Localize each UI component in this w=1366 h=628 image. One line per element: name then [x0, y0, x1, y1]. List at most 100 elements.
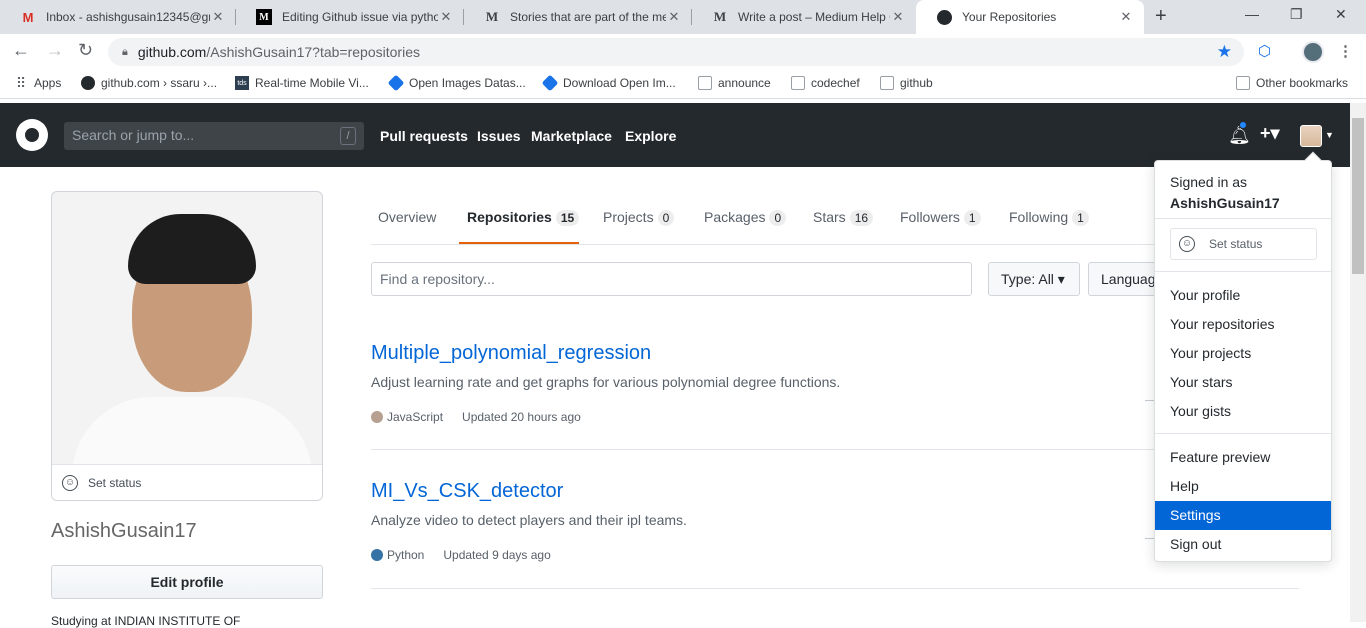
bookmark-realtime[interactable]: tds Real-time Mobile Vi...	[235, 76, 369, 90]
menu-your-repositories[interactable]: Your repositories	[1155, 310, 1331, 339]
bookmark-label: github.com › ssaru ›...	[101, 76, 218, 90]
nav-issues[interactable]: Issues	[477, 128, 521, 144]
language-color-dot	[371, 411, 383, 423]
bookmark-star-icon[interactable]: ★	[1217, 42, 1232, 62]
github-logo-icon[interactable]	[16, 119, 48, 151]
menu-sign-out[interactable]: Sign out	[1155, 530, 1331, 559]
bookmark-open-images[interactable]: Open Images Datas...	[387, 74, 526, 92]
address-bar[interactable]: 🔒︎ github.com/AshishGusain17?tab=reposit…	[108, 38, 1244, 66]
notifications-bell-icon[interactable]: 🔔︎	[1228, 125, 1251, 146]
user-avatar-menu[interactable]	[1300, 125, 1322, 147]
gmail-icon: M	[22, 9, 34, 25]
bookmark-codechef[interactable]: codechef	[791, 76, 860, 90]
menu-your-gists[interactable]: Your gists	[1155, 397, 1331, 426]
scrollbar-thumb[interactable]	[1352, 118, 1364, 274]
bookmark-download-open-images[interactable]: Download Open Im...	[541, 74, 676, 92]
menu-your-profile[interactable]: Your profile	[1155, 281, 1331, 310]
bookmark-github[interactable]: github	[880, 76, 933, 90]
repo-updated: Updated 9 days ago	[443, 548, 551, 562]
bookmark-label: Real-time Mobile Vi...	[255, 76, 369, 90]
repo-name-link[interactable]: MI_Vs_CSK_detector	[371, 480, 563, 503]
tab-count: 0	[769, 210, 787, 226]
tab-count: 15	[555, 210, 580, 226]
browser-tab-repositories[interactable]: Your Repositories ✕	[916, 0, 1144, 34]
back-icon[interactable]: ←	[12, 40, 30, 61]
selected-tab-underline	[459, 242, 579, 244]
close-tab-icon[interactable]: ✕	[210, 9, 226, 25]
browser-tab-title: Inbox - ashishgusain12345@gm	[46, 10, 210, 24]
browser-tab-gmail[interactable]: M Inbox - ashishgusain12345@gm ✕	[0, 0, 236, 34]
url-host: github.com	[137, 44, 207, 60]
nav-pull-requests[interactable]: Pull requests	[380, 128, 468, 144]
tab-followers[interactable]: Followers 1	[900, 209, 981, 226]
signed-in-as: Signed in as AshishGusain17	[1170, 174, 1280, 211]
tab-packages[interactable]: Packages 0	[704, 209, 787, 226]
nav-explore[interactable]: Explore	[625, 128, 676, 144]
chrome-menu-icon[interactable]: ⋮	[1338, 42, 1353, 60]
type-filter-button[interactable]: Type: All ▾	[988, 262, 1080, 296]
find-repository-input[interactable]: Find a repository...	[371, 262, 972, 296]
menu-help[interactable]: Help	[1155, 472, 1331, 501]
tab-count: 1	[963, 210, 981, 226]
profile-bio: Studying at INDIAN INSTITUTE OF	[51, 614, 241, 628]
browser-tab-medium-2[interactable]: M Stories that are part of the me ✕	[464, 0, 692, 34]
bookmark-announce[interactable]: announce	[698, 76, 771, 90]
menu-your-stars[interactable]: Your stars	[1155, 368, 1331, 397]
medium-icon: M	[256, 9, 272, 25]
language-color-dot	[371, 549, 383, 561]
github-search-input[interactable]: Search or jump to... /	[64, 122, 364, 150]
repo-language: Python	[387, 548, 425, 562]
close-tab-icon[interactable]: ✕	[666, 9, 682, 25]
menu-set-status-button[interactable]: ☺ Set status	[1170, 228, 1317, 260]
menu-settings[interactable]: Settings	[1155, 501, 1331, 530]
browser-tab-title: Your Repositories	[962, 10, 1057, 24]
new-tab-icon[interactable]: +	[1155, 5, 1167, 28]
browser-tab-medium-3[interactable]: M Write a post – Medium Help Ce ✕	[692, 0, 916, 34]
forward-icon[interactable]: →	[46, 40, 64, 61]
tab-overview[interactable]: Overview	[378, 209, 436, 225]
close-tab-icon[interactable]: ✕	[1118, 9, 1134, 25]
bookmark-label: Apps	[34, 76, 62, 90]
browser-tab-title: Editing Github issue via python	[282, 10, 438, 24]
bookmark-github-ssaru[interactable]: github.com › ssaru ›...	[81, 76, 217, 90]
tab-count: 1	[1072, 210, 1089, 226]
repo-updated: Updated 20 hours ago	[462, 410, 581, 424]
repo-name-link[interactable]: Multiple_polynomial_regression	[371, 342, 651, 365]
extension-icon[interactable]: ⬡	[1258, 42, 1271, 60]
menu-feature-preview[interactable]: Feature preview	[1155, 443, 1331, 472]
bookmark-label: Download Open Im...	[563, 76, 676, 90]
profile-set-status[interactable]: ☺ Set status	[52, 464, 322, 500]
close-tab-icon[interactable]: ✕	[438, 9, 454, 25]
nav-marketplace[interactable]: Marketplace	[531, 128, 612, 144]
github-header: Search or jump to... / Pull requests Iss…	[0, 103, 1350, 167]
browser-tab-medium-1[interactable]: M Editing Github issue via python ✕	[236, 0, 464, 34]
repo-meta: Python Updated 9 days ago	[371, 548, 551, 562]
reload-icon[interactable]: ↻	[78, 40, 93, 61]
chrome-profile-avatar[interactable]	[1302, 41, 1324, 63]
browser-toolbar: ← → ↻ 🔒︎ github.com/AshishGusain17?tab=r…	[0, 34, 1366, 70]
avatar-caret-icon[interactable]: ▼	[1325, 130, 1334, 140]
browser-tab-strip: M Inbox - ashishgusain12345@gm ✕ M Editi…	[0, 0, 1366, 34]
tab-repositories[interactable]: Repositories 15	[467, 209, 580, 226]
create-new-plus-icon[interactable]: +▾	[1260, 123, 1280, 144]
close-tab-icon[interactable]: ✕	[890, 9, 906, 25]
tab-stars[interactable]: Stars 16	[813, 209, 874, 226]
notification-indicator	[1239, 121, 1247, 129]
edit-profile-button[interactable]: Edit profile	[51, 565, 323, 599]
other-bookmarks[interactable]: Other bookmarks	[1236, 76, 1348, 90]
repo-meta: JavaScript Updated 20 hours ago	[371, 410, 581, 424]
medium-icon: M	[713, 9, 727, 24]
tab-following[interactable]: Following 1	[1009, 209, 1089, 226]
menu-your-projects[interactable]: Your projects	[1155, 339, 1331, 368]
maximize-icon[interactable]: ❐	[1290, 6, 1303, 23]
set-status-label: Set status	[88, 475, 142, 490]
bookmark-folder-icon	[1236, 76, 1250, 90]
bookmark-page-icon	[791, 76, 805, 90]
github-icon	[81, 76, 95, 90]
window-close-icon[interactable]: ✕	[1335, 6, 1347, 23]
browser-tab-title: Stories that are part of the me	[510, 10, 666, 24]
minimize-icon[interactable]: —	[1245, 6, 1259, 22]
bookmark-page-icon	[880, 76, 894, 90]
bookmark-apps[interactable]: ⠿ Apps	[14, 75, 62, 91]
tab-projects[interactable]: Projects 0	[603, 209, 675, 226]
